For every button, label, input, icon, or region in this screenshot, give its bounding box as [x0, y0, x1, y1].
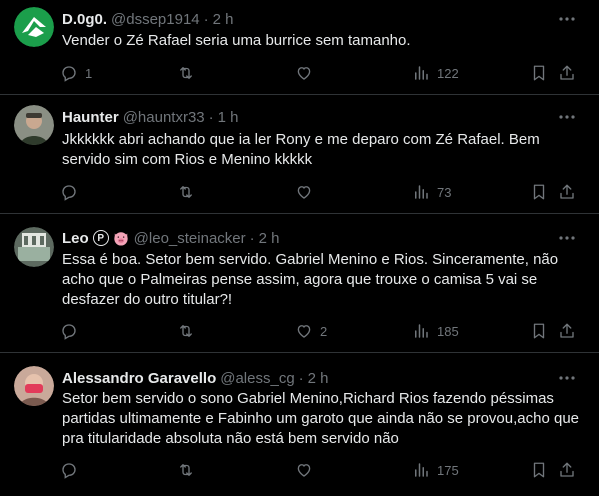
user-handle[interactable]: @aless_cg	[220, 370, 294, 387]
more-options-icon[interactable]	[557, 228, 577, 248]
share-button[interactable]	[558, 182, 576, 202]
like-count: 2	[320, 323, 328, 339]
pig-emoji-icon	[114, 232, 128, 246]
views-button[interactable]: 73	[412, 182, 451, 202]
tweet-header: Alessandro Garavello @aless_cg · 2 h	[62, 368, 329, 388]
reply-button[interactable]	[60, 321, 85, 341]
share-button[interactable]	[558, 321, 576, 341]
share-icon	[560, 323, 574, 338]
reply-icon	[62, 185, 76, 201]
display-name[interactable]: Haunter	[62, 109, 119, 126]
reply-button[interactable]: 1	[60, 63, 92, 83]
heart-icon	[297, 186, 311, 199]
like-button[interactable]	[295, 182, 320, 202]
separator-dot: ·	[298, 369, 304, 387]
views-button[interactable]: 175	[412, 460, 459, 480]
share-icon	[560, 184, 574, 199]
timestamp[interactable]: 2 h	[259, 230, 280, 247]
display-name[interactable]: Leo	[62, 230, 89, 247]
view-count: 185	[437, 323, 459, 339]
tweet-header: D.0g0. @dssep1914 · 2 h	[62, 9, 234, 29]
timestamp[interactable]: 2 h	[308, 370, 329, 387]
avatar[interactable]	[14, 227, 54, 267]
bookmark-icon	[533, 323, 545, 339]
retweet-button[interactable]	[177, 460, 202, 480]
more-options-icon[interactable]	[557, 9, 577, 29]
views-icon	[415, 463, 428, 477]
user-handle[interactable]: @leo_steinacker	[134, 230, 246, 247]
p-badge-icon: P	[92, 230, 109, 246]
share-button[interactable]	[558, 63, 576, 83]
retweet-icon	[180, 325, 192, 337]
avatar[interactable]	[14, 7, 54, 47]
share-icon	[560, 462, 574, 477]
views-button[interactable]: 122	[412, 63, 459, 83]
reply-button[interactable]	[60, 182, 85, 202]
display-name[interactable]: D.0g0.	[62, 11, 107, 28]
avatar[interactable]	[14, 105, 54, 145]
tweet-actions: 2 185	[60, 321, 580, 341]
retweet-icon	[180, 67, 192, 79]
avatar[interactable]	[14, 366, 54, 406]
reply-button[interactable]	[60, 460, 85, 480]
tweet-actions: 175	[60, 460, 580, 480]
tweet-text: Essa é boa. Setor bem servido. Gabriel M…	[62, 251, 559, 308]
more-options-icon[interactable]	[557, 107, 577, 127]
display-name[interactable]: Alessandro Garavello	[62, 370, 216, 387]
share-icon	[560, 65, 574, 80]
timestamp[interactable]: 2 h	[213, 11, 234, 28]
view-count: 122	[437, 65, 459, 81]
heart-icon	[297, 325, 311, 338]
retweet-icon	[180, 464, 192, 476]
reply-icon	[62, 324, 76, 340]
like-button[interactable]: 2	[295, 321, 327, 341]
user-handle[interactable]: @hauntxr33	[123, 109, 205, 126]
separator-dot: ·	[203, 10, 209, 28]
retweet-button[interactable]	[177, 63, 202, 83]
tweet[interactable]: Alessandro Garavello @aless_cg · 2 h Set…	[0, 353, 599, 496]
heart-icon	[297, 67, 311, 80]
timestamp[interactable]: 1 h	[218, 109, 239, 126]
tweet[interactable]: Haunter @hauntxr33 · 1 h Jkkkkkk abri ac…	[0, 95, 599, 214]
tweet-actions: 1 122	[60, 63, 580, 83]
reply-icon	[62, 463, 76, 479]
tweet-header: Haunter @hauntxr33 · 1 h	[62, 107, 239, 127]
separator-dot: ·	[249, 229, 255, 247]
like-button[interactable]	[295, 460, 320, 480]
tweet-text: Vender o Zé Rafael seria uma burrice sem…	[62, 32, 411, 49]
bookmark-icon	[533, 462, 545, 478]
tweet[interactable]: Leo P @leo_steinacker · 2 h Essa é boa. …	[0, 214, 599, 353]
bookmark-button[interactable]	[530, 460, 548, 480]
user-handle[interactable]: @dssep1914	[111, 11, 200, 28]
retweet-button[interactable]	[177, 182, 202, 202]
view-count: 175	[437, 462, 459, 478]
bookmark-button[interactable]	[530, 182, 548, 202]
tweet[interactable]: D.0g0. @dssep1914 · 2 h Vender o Zé Rafa…	[0, 0, 599, 95]
tweet-text: Jkkkkkk abri achando que ia ler Rony e m…	[62, 131, 540, 168]
more-options-icon[interactable]	[557, 368, 577, 388]
reply-feed: D.0g0. @dssep1914 · 2 h Vender o Zé Rafa…	[0, 0, 599, 496]
view-count: 73	[437, 184, 452, 200]
separator-dot: ·	[208, 108, 214, 126]
reply-icon	[62, 66, 76, 82]
views-button[interactable]: 185	[412, 321, 459, 341]
views-icon	[415, 185, 428, 199]
views-icon	[415, 66, 428, 80]
retweet-button[interactable]	[177, 321, 202, 341]
tweet-header: Leo P @leo_steinacker · 2 h	[62, 228, 279, 248]
like-button[interactable]	[295, 63, 320, 83]
tweet-text: Setor bem servido o sono Gabriel Menino,…	[62, 390, 580, 447]
heart-icon	[297, 464, 311, 477]
views-icon	[415, 324, 428, 338]
reply-count: 1	[85, 65, 93, 81]
retweet-icon	[180, 186, 192, 198]
bookmark-button[interactable]	[530, 63, 548, 83]
bookmark-icon	[533, 65, 545, 81]
share-button[interactable]	[558, 460, 576, 480]
bookmark-icon	[533, 184, 545, 200]
bookmark-button[interactable]	[530, 321, 548, 341]
tweet-actions: 73	[60, 182, 580, 202]
